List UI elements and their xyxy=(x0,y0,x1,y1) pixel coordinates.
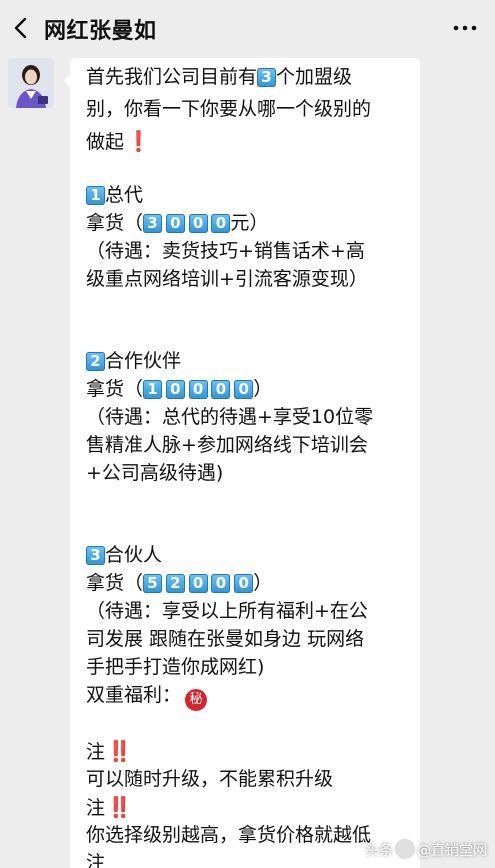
tier2-name: 合作伙伴 xyxy=(105,350,182,372)
tier3-benefit-3: 手把手打造你成网红) xyxy=(86,656,265,678)
keycap-digit: 0 xyxy=(188,214,208,233)
intro-line-2: 别，你看一下你要从哪一个级别的 xyxy=(86,98,372,120)
tier3-heading: 3 合伙人 xyxy=(86,542,162,569)
tier2-benefit-2: 售精准人脉+参加网络线下培训会 xyxy=(86,434,368,456)
keycap-number: 1 xyxy=(86,186,105,205)
note-1-text: 可以随时升级，不能累积升级 xyxy=(86,768,334,790)
tier3-benefit-2: 司发展 跟随在张曼如身边 玩网络 xyxy=(86,628,365,650)
intro-line-1: 首先我们公司目前有 3 个加盟级 xyxy=(86,64,352,91)
price-suffix: ） xyxy=(253,572,273,594)
keycap-digit: 0 xyxy=(165,380,185,399)
back-button[interactable] xyxy=(10,14,34,42)
price-suffix: ） xyxy=(253,378,273,400)
note-2-label: 注 ‼️ xyxy=(86,794,132,822)
ellipsis-icon xyxy=(453,25,477,31)
chat-title: 网红张曼如 xyxy=(44,19,157,44)
keycap-digit: 3 xyxy=(143,214,163,233)
tier3-name: 合伙人 xyxy=(105,544,163,566)
tier1-benefit-2: 级重点网络培训+引流客源变现） xyxy=(86,268,368,290)
double-exclamation-icon: ‼️ xyxy=(107,795,132,819)
watermark: 头条 @直销堂网 xyxy=(365,840,487,860)
price-suffix: 元） xyxy=(230,212,269,234)
tier1-name: 总代 xyxy=(105,184,144,206)
keycap-digit: 2 xyxy=(165,574,185,593)
keycap-digit: 0 xyxy=(211,380,231,399)
price-prefix: 拿货（ xyxy=(86,378,144,400)
tier2-benefit-1: （待遇：总代的待遇+享受10位零 xyxy=(86,406,374,428)
watermark-text-b: @直销堂网 xyxy=(417,843,487,859)
intro-text-b: 个加盟级 xyxy=(276,66,353,88)
secret-icon: 秘 xyxy=(185,689,208,711)
watermark-logo-icon xyxy=(396,840,414,858)
intro-text-c: 做起 xyxy=(86,131,125,153)
tier3-benefit-1: （待遇：享受以上所有福利+在公 xyxy=(86,600,368,622)
tier2-price: 拿货（ 1 0 0 0 0） xyxy=(86,376,272,403)
note-2-text: 你选择级别越高，拿货价格就越低 xyxy=(86,824,372,846)
double-exclamation-icon: ‼️ xyxy=(107,739,132,763)
tier2-benefit-3: +公司高级待遇) xyxy=(86,462,224,484)
keycap-digit: 0 xyxy=(188,574,208,593)
keycap-digit: 0 xyxy=(211,214,231,233)
price-prefix: 拿货（ xyxy=(86,572,144,594)
keycap-number: 3 xyxy=(257,68,277,87)
more-button[interactable] xyxy=(453,14,477,42)
watermark-text-a: 头条 xyxy=(365,843,393,859)
intro-text-a: 首先我们公司目前有 xyxy=(86,66,258,88)
keycap-number: 2 xyxy=(86,352,105,371)
chevron-left-icon xyxy=(14,17,27,39)
tier1-benefit-1: （待遇：卖货技巧+销售话术+高 xyxy=(86,240,365,262)
keycap-digit: 0 xyxy=(211,574,231,593)
tier2-heading: 2 合作伙伴 xyxy=(86,348,181,375)
price-prefix: 拿货（ xyxy=(86,212,144,234)
intro-line-3: 做起 ❗ xyxy=(86,128,151,156)
exclamation-icon: ❗ xyxy=(126,129,151,153)
top-bar: 网红张曼如 xyxy=(0,0,495,56)
tier1-heading: 1 总代 xyxy=(86,182,143,209)
tier1-price: 拿货（ 3 0 0 0 元） xyxy=(86,210,268,237)
keycap-digit: 0 xyxy=(234,380,254,399)
keycap-number: 3 xyxy=(86,546,105,565)
avatar[interactable] xyxy=(8,58,54,108)
keycap-digit: 0 xyxy=(234,574,254,593)
note-3-label: 注 xyxy=(86,852,106,868)
note-label: 注 xyxy=(86,797,106,819)
note-1-label: 注 ‼️ xyxy=(86,738,132,766)
keycap-digit: 0 xyxy=(165,214,185,233)
keycap-digit: 5 xyxy=(143,574,163,593)
double-benefit-label: 双重福利： xyxy=(86,684,182,706)
avatar-image xyxy=(8,58,54,108)
tier3-price: 拿货（ 5 2 0 0 0） xyxy=(86,570,272,597)
keycap-digit: 1 xyxy=(143,380,163,399)
tier3-double-benefit: 双重福利：秘 xyxy=(86,682,208,711)
keycap-digit: 0 xyxy=(188,380,208,399)
note-label: 注 xyxy=(86,741,106,763)
